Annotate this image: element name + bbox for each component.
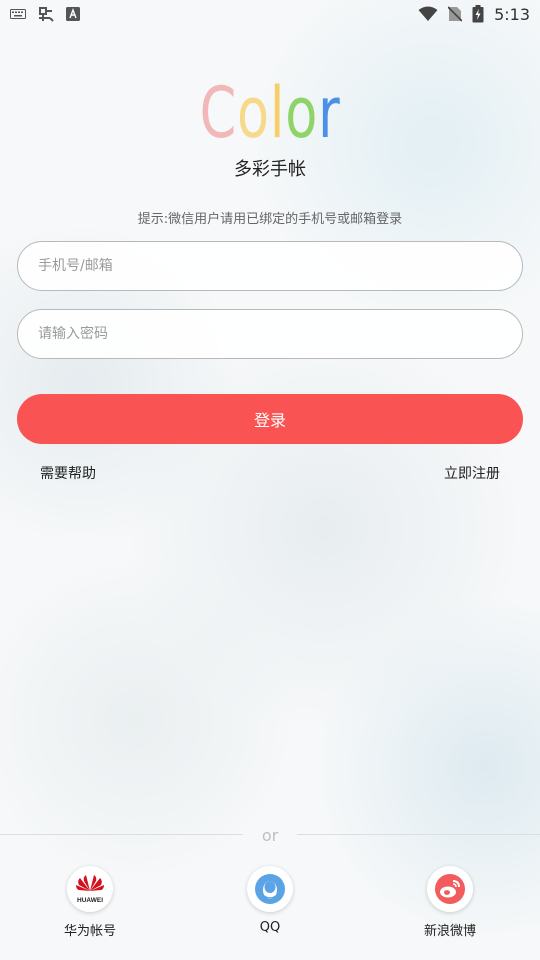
phone-email-input[interactable] xyxy=(17,241,523,291)
weibo-icon xyxy=(427,866,473,912)
app-subtitle: 多彩手帐 xyxy=(234,159,306,180)
input-method-icon xyxy=(66,7,80,21)
login-button[interactable]: 登录 xyxy=(17,394,523,444)
password-input[interactable] xyxy=(17,309,523,359)
bug-icon xyxy=(39,7,54,22)
huawei-login[interactable]: HUAWEI 华为帐号 xyxy=(35,866,145,939)
weibo-label: 新浪微博 xyxy=(423,924,476,939)
status-bar: 5:13 xyxy=(0,0,540,28)
logo-letter: C xyxy=(199,72,237,154)
or-text: or xyxy=(261,826,279,845)
qq-label: QQ xyxy=(259,920,281,935)
status-right-icons: 5:13 xyxy=(418,5,530,24)
keyboard-icon xyxy=(10,9,26,19)
logo-letter: r xyxy=(318,72,341,154)
status-left-icons xyxy=(10,4,80,24)
huawei-label: 华为帐号 xyxy=(63,924,116,939)
login-hint: 提示:微信用户请用已绑定的手机号或邮箱登录 xyxy=(137,212,403,227)
qq-login[interactable]: QQ xyxy=(215,866,325,935)
clock: 5:13 xyxy=(494,4,530,24)
logo-letter: o xyxy=(285,72,319,154)
logo-letter: l xyxy=(269,72,286,154)
huawei-icon: HUAWEI xyxy=(67,866,113,912)
no-sim-icon xyxy=(448,6,463,22)
logo-letter: o xyxy=(237,72,270,154)
help-link[interactable]: 需要帮助 xyxy=(40,463,96,483)
qq-icon xyxy=(247,866,293,912)
weibo-login[interactable]: 新浪微博 xyxy=(395,866,505,939)
wifi-icon xyxy=(418,6,438,21)
register-link[interactable]: 立即注册 xyxy=(444,463,500,483)
app-logo: Color xyxy=(68,78,473,148)
huawei-badge-text: HUAWEI xyxy=(77,897,103,904)
battery-icon xyxy=(472,5,484,23)
